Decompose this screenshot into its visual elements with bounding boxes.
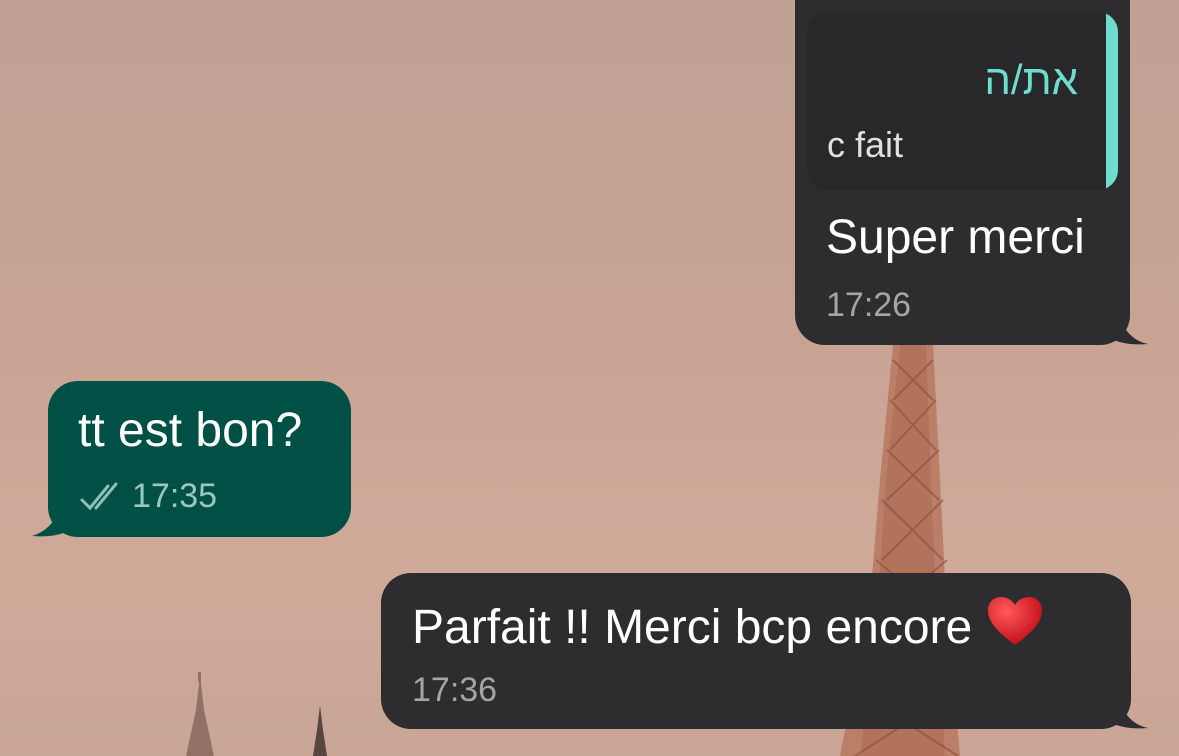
bubble-tail <box>1110 702 1148 729</box>
reply-quote[interactable]: את/ה c fait <box>807 12 1118 190</box>
message-bubble-incoming[interactable]: את/ה c fait Super merci 17:26 <box>795 0 1130 345</box>
reply-accent-bar <box>1106 12 1118 190</box>
message-bubble-incoming[interactable]: Parfait !! Merci bcp encore 17:36 <box>381 573 1131 729</box>
reply-text: c fait <box>827 124 904 165</box>
message-timestamp: 17:35 <box>132 477 218 515</box>
message-text: Super merci <box>826 211 1085 264</box>
message-timestamp: 17:26 <box>826 286 912 324</box>
bubble-tail <box>32 508 70 537</box>
message-timestamp: 17:36 <box>412 671 498 709</box>
message-bubble-outgoing[interactable]: tt est bon? 17:35 <box>48 381 351 537</box>
message-text: Parfait !! Merci bcp encore <box>412 595 1044 659</box>
message-meta: 17:35 <box>80 477 217 516</box>
double-check-icon <box>80 482 118 510</box>
reply-author: את/ה <box>984 56 1078 103</box>
bubble-tail <box>1110 318 1148 345</box>
message-text: tt est bon? <box>78 404 303 457</box>
red-heart-icon <box>986 595 1044 659</box>
